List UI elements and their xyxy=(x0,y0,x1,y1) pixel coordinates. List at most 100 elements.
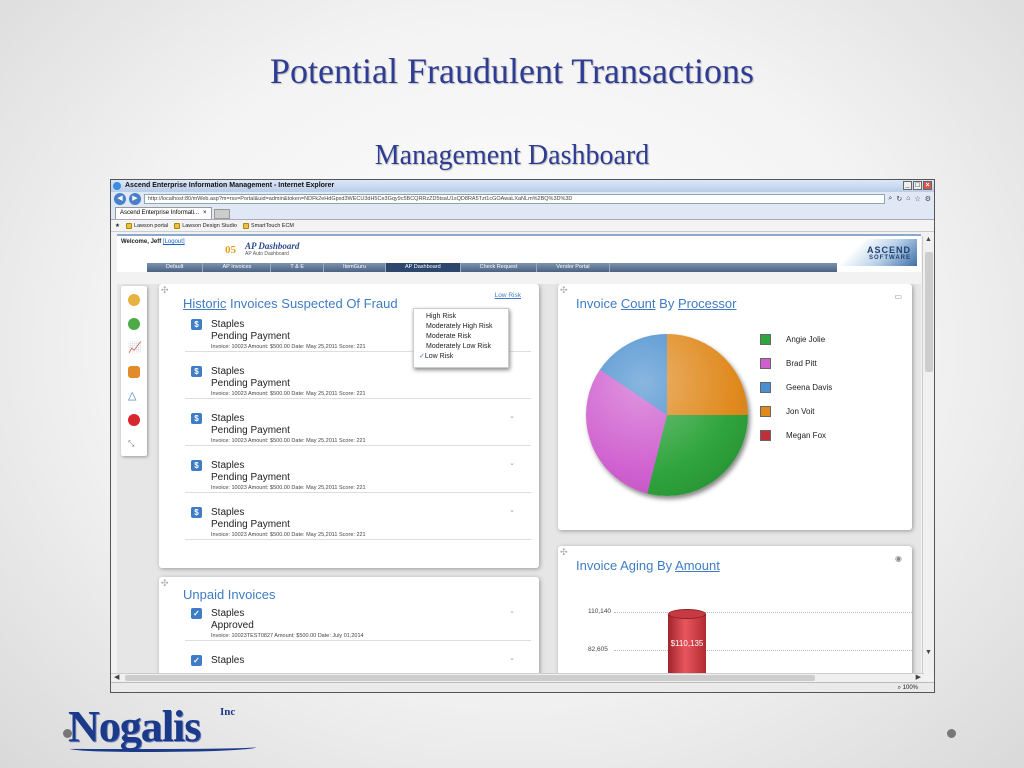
favorite-lawson-portal[interactable]: Lawson portal xyxy=(125,222,168,229)
move-icon[interactable]: ✣ xyxy=(560,547,568,558)
chevron-down-icon[interactable]: ⌄ xyxy=(509,412,515,420)
nav-check-request[interactable]: Check Request xyxy=(461,263,538,272)
invoice-meta: Invoice: 10023TEST0827 Amount: $500.00 D… xyxy=(211,633,364,639)
favorite-lawson-design-studio[interactable]: Lawson Design Studio xyxy=(174,222,237,229)
address-bar[interactable]: http://localhost:80/mWeb.asp?m=rss=Porta… xyxy=(144,194,886,204)
forward-button[interactable]: ▶ xyxy=(129,193,141,205)
nav-itemguru[interactable]: ItemGuru xyxy=(324,263,386,272)
unpaid-invoices-title: Unpaid Invoices xyxy=(183,587,276,602)
nav-t-and-e[interactable]: T & E xyxy=(271,263,325,272)
nav-default[interactable]: Default xyxy=(147,263,204,272)
chart-options-icon[interactable]: ▭ xyxy=(894,292,902,301)
chevron-down-icon[interactable]: ⌄ xyxy=(509,459,515,467)
tab-row: Ascend Enterprise Informati... × xyxy=(111,206,934,220)
horizontal-scrollbar[interactable]: ◀ ▶ xyxy=(111,673,924,682)
list-item[interactable]: $ Staples Pending Payment Invoice: 10023… xyxy=(185,457,531,493)
expand-icon[interactable]: ⤡ xyxy=(128,438,140,450)
maximize-button[interactable]: □ xyxy=(913,181,922,190)
address-icons: ⌕ ↻ ⌂ ☆ ⚙ xyxy=(888,195,931,203)
risk-filter-link[interactable]: Low Risk xyxy=(495,292,521,299)
triangle-icon[interactable]: △ xyxy=(128,390,140,402)
refresh-icon[interactable] xyxy=(128,318,140,330)
vendor-name: Staples xyxy=(211,655,245,666)
chevron-down-icon[interactable]: ⌄ xyxy=(509,506,515,514)
dashboard-content: 📈 △ ⤡ ✣ Historic Invoices Suspected Of F… xyxy=(117,284,921,676)
move-icon[interactable]: ✣ xyxy=(560,285,568,296)
zoom-icon[interactable]: ⌕ xyxy=(898,685,901,691)
invoice-count-pie-chart[interactable] xyxy=(586,334,748,496)
list-item[interactable]: $ Staples Pending Payment Invoice: 10023… xyxy=(185,504,531,540)
nav-ap-dashboard[interactable]: AP Dashboard xyxy=(385,263,461,272)
approved-check-icon: ✓ xyxy=(191,655,202,666)
scroll-right-icon[interactable]: ▶ xyxy=(916,673,921,681)
move-icon[interactable]: ✣ xyxy=(161,285,169,296)
new-tab-button[interactable] xyxy=(213,209,230,219)
chevron-down-icon[interactable]: ⌄ xyxy=(509,654,515,662)
ascend-logo: ASCEND SOFTWARE xyxy=(837,239,917,266)
zoom-level[interactable]: 100% xyxy=(903,685,918,691)
slide-title: Potential Fraudulent Transactions xyxy=(270,51,754,91)
axis-tick-label: 82,605 xyxy=(588,646,608,653)
dashboard-subtitle: AP Auto Dashboard xyxy=(245,251,289,257)
slide-dot-left xyxy=(63,729,72,738)
vendor-name: Staples xyxy=(211,460,245,471)
star-icon[interactable]: ☆ xyxy=(914,195,920,203)
list-item[interactable]: ✓ Staples Approved Invoice: 10023TEST082… xyxy=(185,605,531,641)
historic-invoices-title: Historic Invoices Suspected Of Fraud xyxy=(183,296,398,311)
minimize-button[interactable]: _ xyxy=(903,181,912,190)
invoice-meta: Invoice: 10023 Amount: $500.00 Date: May… xyxy=(211,485,366,491)
invoice-status: Pending Payment xyxy=(211,378,290,389)
risk-option-high[interactable]: High Risk xyxy=(426,312,508,322)
nav-vendor-portal[interactable]: Vendor Portal xyxy=(537,263,610,272)
scroll-left-icon[interactable]: ◀ xyxy=(114,673,119,681)
close-button[interactable]: × xyxy=(923,181,932,190)
refresh-icon[interactable]: ↻ xyxy=(896,195,902,203)
welcome-text: Welcome, Jeff [Logout] xyxy=(121,239,185,245)
risk-option-moderately-low[interactable]: Moderately Low Risk xyxy=(426,342,508,352)
scroll-thumb[interactable] xyxy=(925,252,933,372)
risk-option-moderately-high[interactable]: Moderately High Risk xyxy=(426,322,508,332)
home-icon[interactable]: ⌂ xyxy=(906,195,910,203)
scroll-thumb[interactable] xyxy=(125,675,815,681)
scroll-down-icon[interactable]: ▼ xyxy=(925,649,932,656)
vertical-scrollbar[interactable]: ▲ ▼ xyxy=(922,236,934,676)
list-item[interactable]: $ Staples Pending Payment Invoice: 10023… xyxy=(185,363,531,399)
close-tab-icon[interactable]: × xyxy=(203,208,207,219)
vendor-name: Staples xyxy=(211,608,245,619)
thumb-icon[interactable] xyxy=(128,366,140,378)
chart-icon[interactable]: 📈 xyxy=(128,342,142,354)
ie-icon xyxy=(113,182,121,190)
settings-icon[interactable]: ◉ xyxy=(895,554,902,563)
user-icon[interactable] xyxy=(128,294,140,306)
scroll-up-icon[interactable]: ▲ xyxy=(925,236,932,243)
invoice-meta: Invoice: 10023 Amount: $500.00 Date: May… xyxy=(211,532,366,538)
favorites-star-icon[interactable]: ★ xyxy=(115,223,120,229)
tab-label: Ascend Enterprise Informati... xyxy=(120,210,200,216)
favorites-bar: ★ Lawson portal Lawson Design Studio Sma… xyxy=(111,220,934,232)
vendor-name: Staples xyxy=(211,319,245,330)
nav-ap-invoices[interactable]: AP Invoices xyxy=(203,263,272,272)
unpaid-invoices-panel: ✣ Unpaid Invoices ✓ Staples Approved Inv… xyxy=(159,577,539,676)
move-icon[interactable]: ✣ xyxy=(161,578,169,589)
chevron-down-icon[interactable]: ⌄ xyxy=(509,607,515,615)
window-controls: _ □ × xyxy=(903,181,932,190)
window-titlebar: Ascend Enterprise Information Management… xyxy=(111,180,934,192)
main-nav: Default AP Invoices T & E ItemGuru AP Da… xyxy=(147,263,837,272)
stop-icon[interactable] xyxy=(128,414,140,426)
favorite-smarttouch-ecm[interactable]: SmartTouch ECM xyxy=(242,222,294,229)
tab-ascend[interactable]: Ascend Enterprise Informati... × xyxy=(115,207,212,219)
pie-shine xyxy=(586,334,748,496)
address-row: ◀ ▶ http://localhost:80/mWeb.asp?m=rss=P… xyxy=(111,192,934,206)
invoice-badge-icon: $ xyxy=(191,366,202,377)
tool-sidebar: 📈 △ ⤡ xyxy=(121,286,147,456)
logout-link[interactable]: [Logout] xyxy=(163,239,185,245)
risk-option-moderate[interactable]: Moderate Risk xyxy=(426,332,508,342)
list-item[interactable]: $ Staples Pending Payment Invoice: 10023… xyxy=(185,410,531,446)
invoice-badge-icon: $ xyxy=(191,460,202,471)
gear-icon[interactable]: ⚙ xyxy=(925,195,931,203)
search-icon[interactable]: ⌕ xyxy=(888,195,892,203)
gridline xyxy=(614,650,912,651)
risk-option-low[interactable]: ✓Low Risk xyxy=(419,352,508,362)
back-button[interactable]: ◀ xyxy=(114,193,126,205)
legend-swatch xyxy=(760,406,771,417)
